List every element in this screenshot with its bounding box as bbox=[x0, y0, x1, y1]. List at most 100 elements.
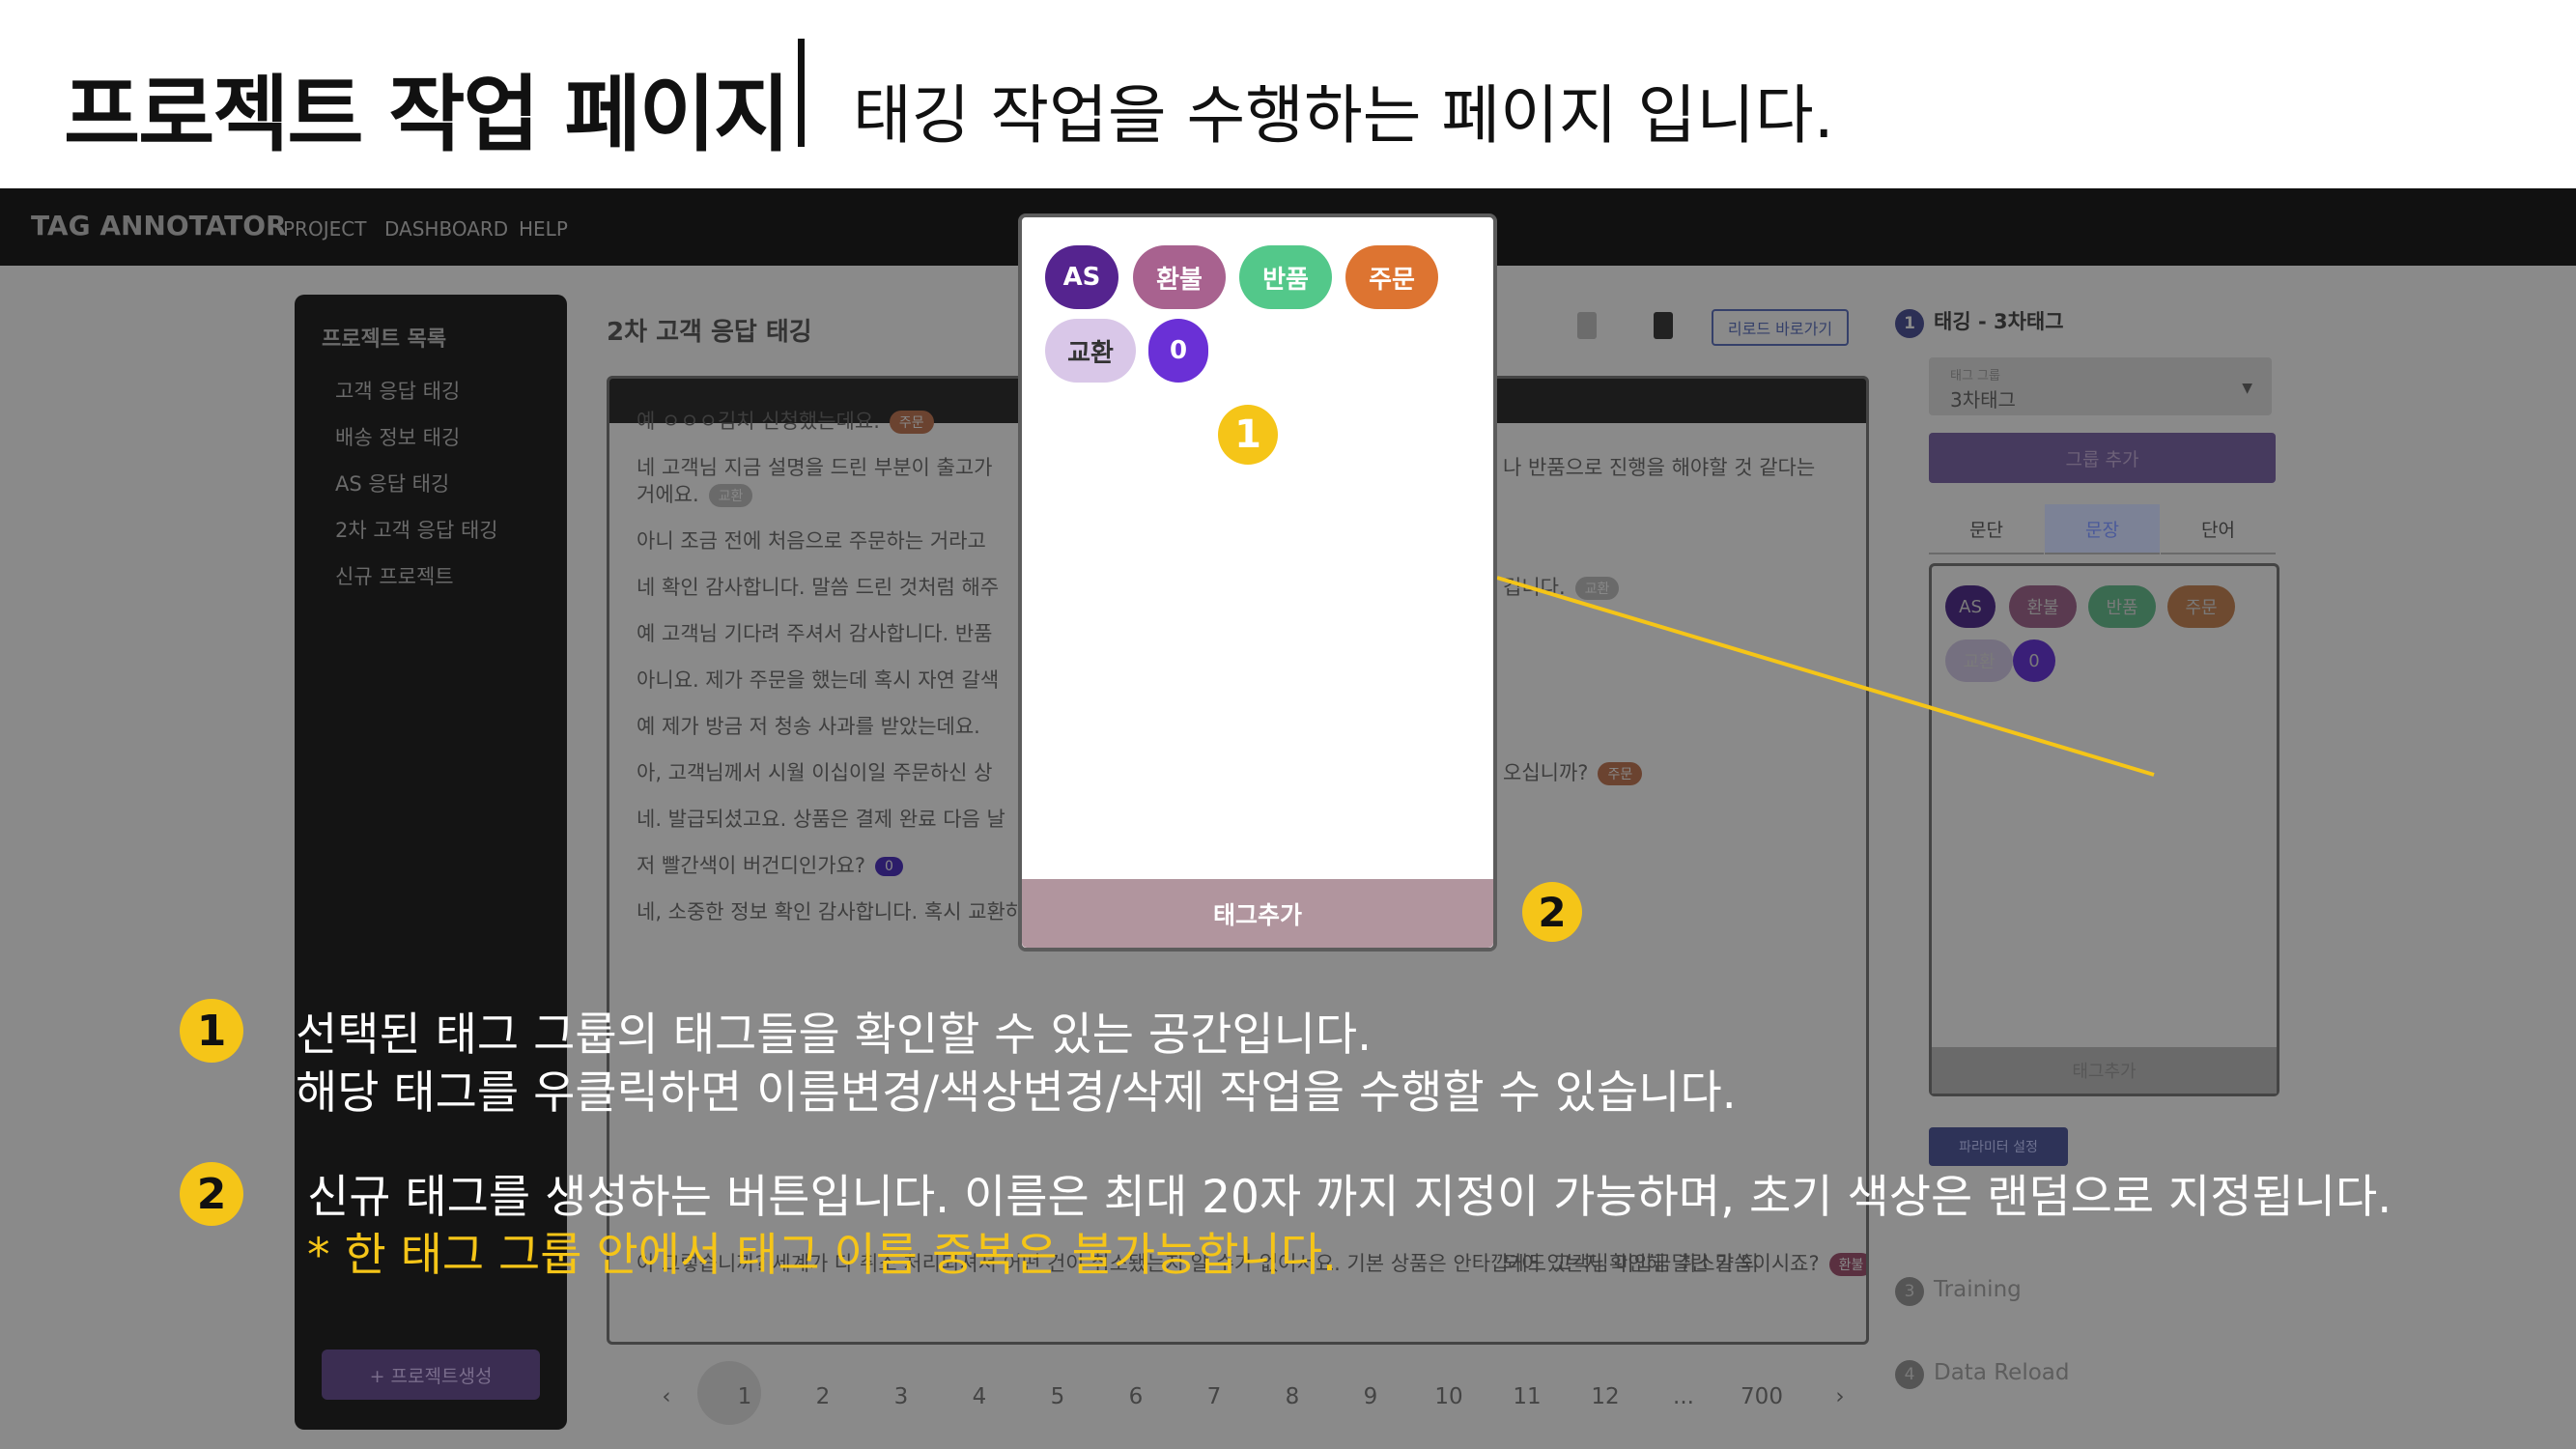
sentence-row[interactable]: 네. 발급되셨고요. 상품은 결제 완료 다음 날 bbox=[637, 804, 1005, 833]
explanation-2-number: 2 bbox=[180, 1162, 243, 1226]
tag-chip[interactable]: 주문 bbox=[1345, 245, 1438, 309]
sentence-text: 네 확인 감사합니다. 말씀 드린 것처럼 해주 bbox=[637, 576, 1000, 599]
tab-word[interactable]: 단어 bbox=[2161, 504, 2276, 554]
sentence-tag-chip[interactable]: 주문 bbox=[1598, 762, 1643, 785]
tag-chip[interactable]: AS bbox=[1045, 245, 1118, 309]
sentence-text: 네 고객님 지금 설명을 드린 부분이 출고가 bbox=[637, 456, 993, 479]
file-icon[interactable] bbox=[1577, 312, 1597, 339]
sentence-text: 아니 조금 전에 처음으로 주문하는 거라고 bbox=[637, 529, 986, 553]
page-number[interactable]: 11 bbox=[1498, 1384, 1556, 1409]
sentence-row[interactable]: 아니요. 제가 주문을 했는데 혹시 자연 갈색 bbox=[637, 665, 999, 694]
nav-dashboard[interactable]: DASHBOARD bbox=[384, 217, 508, 241]
tag-chip[interactable]: 교환 bbox=[1045, 319, 1136, 383]
page-number[interactable]: 7 bbox=[1185, 1384, 1243, 1409]
step-data-reload[interactable]: 4 Data Reload bbox=[1895, 1360, 2069, 1389]
tab-paragraph[interactable]: 문단 bbox=[1929, 504, 2044, 554]
sentence-text: 예 제가 방금 저 청송 사과를 받았는데요. bbox=[637, 715, 980, 738]
sentence-tag-chip[interactable]: 교환 bbox=[1574, 577, 1620, 600]
sentence-row[interactable]: 예 ㅇㅇㅇ김치 신청했는데요. 주문 bbox=[637, 406, 934, 435]
sentence-row[interactable]: 거에요. 교환 bbox=[637, 479, 753, 508]
explanation-1-line1: 선택된 태그 그룹의 태그들을 확인할 수 있는 공간입니다. bbox=[296, 1009, 1373, 1062]
sentence-tag-chip[interactable]: 주문 bbox=[889, 411, 934, 434]
sidebar-item-new[interactable]: 신규 프로젝트 bbox=[335, 561, 454, 590]
tag-group-select[interactable]: 태그 그룹 3차태그 ▼ bbox=[1929, 357, 2272, 415]
nav-project[interactable]: PROJECT bbox=[283, 217, 366, 241]
sentence-row[interactable]: 아니 조금 전에 처음으로 주문하는 거라고 bbox=[637, 526, 986, 554]
sentence-row[interactable]: 아, 고객님께서 시월 이십이일 주문하신 상 bbox=[637, 757, 993, 786]
nav-help[interactable]: HELP bbox=[519, 217, 568, 241]
page-number[interactable]: 6 bbox=[1107, 1384, 1165, 1409]
page-prev-icon[interactable]: ‹ bbox=[637, 1384, 695, 1409]
sentence-row[interactable]: 네 고객님 지금 설명을 드린 부분이 출고가 bbox=[637, 452, 993, 481]
page-number[interactable]: 1 bbox=[716, 1384, 774, 1409]
sentence-fragment[interactable]: 되어 있는지 확인해 달란 말씀이시죠? 환불 bbox=[1503, 1248, 1866, 1277]
download-icon[interactable] bbox=[1654, 312, 1673, 339]
sentence-tag-chip[interactable]: 교환 bbox=[708, 484, 753, 507]
brand-logo[interactable]: TAG ANNOTATOR bbox=[31, 210, 287, 242]
tag-add-button-small[interactable]: 태그추가 bbox=[1932, 1047, 2277, 1094]
sidebar-item-second[interactable]: 2차 고객 응답 태깅 bbox=[335, 515, 498, 544]
sentence-text: 예 ㅇㅇㅇ김치 신청했는데요. bbox=[637, 410, 880, 433]
callout-marker-2: 2 bbox=[1522, 882, 1582, 942]
page-number[interactable]: 12 bbox=[1576, 1384, 1634, 1409]
tag-add-button[interactable]: 태그추가 bbox=[1022, 879, 1493, 948]
sentence-row[interactable]: 네 확인 감사합니다. 말씀 드린 것처럼 해주 bbox=[637, 572, 999, 601]
mini-tag-chip[interactable]: 반품 bbox=[2088, 585, 2156, 628]
sentence-row[interactable]: 저 빨간색이 버건디인가요? 0 bbox=[637, 850, 903, 879]
page-number[interactable]: 4 bbox=[950, 1384, 1008, 1409]
mini-tag-chip[interactable]: AS bbox=[1945, 585, 1996, 628]
sentence-text: 되어 있는지 확인해 달란 말씀이시죠? bbox=[1503, 1252, 1820, 1275]
unit-tabs: 문단 문장 단어 bbox=[1929, 504, 2276, 554]
tab-sentence[interactable]: 문장 bbox=[2045, 504, 2160, 554]
document-title: 2차 고객 응답 태깅 bbox=[607, 318, 812, 347]
sentence-text: 네. 발급되셨고요. 상품은 결제 완료 다음 날 bbox=[637, 808, 1005, 831]
step-number: 1 bbox=[1895, 309, 1924, 338]
group-add-button[interactable]: 그룹 추가 bbox=[1929, 433, 2276, 483]
explanation-1-number: 1 bbox=[180, 999, 243, 1063]
sentence-row[interactable]: 예 제가 방금 저 청송 사과를 받았는데요. bbox=[637, 711, 980, 740]
sentence-text: 거에요. bbox=[637, 483, 699, 506]
page-number[interactable]: 3 bbox=[872, 1384, 930, 1409]
tag-chip[interactable]: 0 bbox=[1148, 319, 1208, 383]
page-number[interactable]: 8 bbox=[1263, 1384, 1321, 1409]
reload-button[interactable]: 리로드 바로가기 bbox=[1712, 309, 1849, 346]
explanation-2-note: * 한 태그 그룹 안에서 태그 이름 중복은 불가능합니다. bbox=[307, 1229, 1337, 1282]
page-number[interactable]: ... bbox=[1655, 1384, 1713, 1409]
new-project-button[interactable]: + 프로젝트생성 bbox=[322, 1350, 540, 1400]
select-label: 태그 그룹 bbox=[1950, 369, 2000, 384]
page-number[interactable]: 9 bbox=[1342, 1384, 1400, 1409]
sentence-row[interactable]: 예 고객님 기다려 주셔서 감사합니다. 반품 bbox=[637, 618, 993, 647]
tag-chip[interactable]: 반품 bbox=[1239, 245, 1332, 309]
page-number[interactable]: 2 bbox=[794, 1384, 852, 1409]
step-tagging: 1 태깅 - 3차태그 bbox=[1895, 306, 2064, 338]
sentence-text: 아, 고객님께서 시월 이십이일 주문하신 상 bbox=[637, 761, 993, 784]
tag-chip[interactable]: 환불 bbox=[1133, 245, 1226, 309]
page-subtitle: 태깅 작업을 수행하는 페이지 입니다. bbox=[853, 78, 1834, 153]
page-next-icon[interactable]: › bbox=[1811, 1384, 1869, 1409]
mini-tag-chip[interactable]: 환불 bbox=[2009, 585, 2077, 628]
sidebar-item-delivery[interactable]: 배송 정보 태깅 bbox=[335, 422, 460, 451]
page-number[interactable]: 700 bbox=[1733, 1384, 1791, 1409]
sentence-fragment[interactable]: 겁니다. 교환 bbox=[1503, 572, 1620, 601]
step-training[interactable]: 3 Training bbox=[1895, 1277, 2022, 1306]
sentence-tag-chip[interactable]: 환불 bbox=[1828, 1253, 1866, 1276]
tag-list-box: AS 환불 반품 주문교환 0 태그추가 bbox=[1929, 563, 2279, 1096]
callout-marker-1: 1 bbox=[1218, 405, 1278, 465]
sentence-text: 예 고객님 기다려 주셔서 감사합니다. 반품 bbox=[637, 622, 993, 645]
sentence-tag-chip[interactable]: 0 bbox=[875, 857, 903, 876]
sidebar-item-as[interactable]: AS 응답 태깅 bbox=[335, 469, 449, 497]
mini-tag-chip[interactable]: 교환 bbox=[1945, 639, 2013, 682]
sentence-text: 아니요. 제가 주문을 했는데 혹시 자연 갈색 bbox=[637, 668, 1000, 692]
page-number[interactable]: 5 bbox=[1029, 1384, 1087, 1409]
sidebar-item-customer[interactable]: 고객 응답 태깅 bbox=[335, 376, 460, 405]
sentence-text: 나 반품으로 진행을 해야할 것 같다는 bbox=[1503, 456, 1816, 479]
explanation-2-line1: 신규 태그를 생성하는 버튼입니다. 이름은 최대 20자 까지 지정이 가능하… bbox=[307, 1171, 2392, 1224]
sentence-fragment[interactable]: 오십니까? 주문 bbox=[1503, 757, 1643, 786]
sentence-text: 오십니까? bbox=[1503, 761, 1589, 784]
page-number[interactable]: 10 bbox=[1420, 1384, 1478, 1409]
explanation-1-line2: 해당 태그를 우클릭하면 이름변경/색상변경/삭제 작업을 수행할 수 있습니다… bbox=[296, 1066, 1737, 1120]
mini-tag-chip[interactable]: 주문 bbox=[2167, 585, 2235, 628]
sentence-fragment[interactable]: 나 반품으로 진행을 해야할 것 같다는 bbox=[1503, 452, 1815, 481]
mini-tag-chip[interactable]: 0 bbox=[2013, 639, 2055, 682]
title-divider bbox=[798, 39, 805, 147]
